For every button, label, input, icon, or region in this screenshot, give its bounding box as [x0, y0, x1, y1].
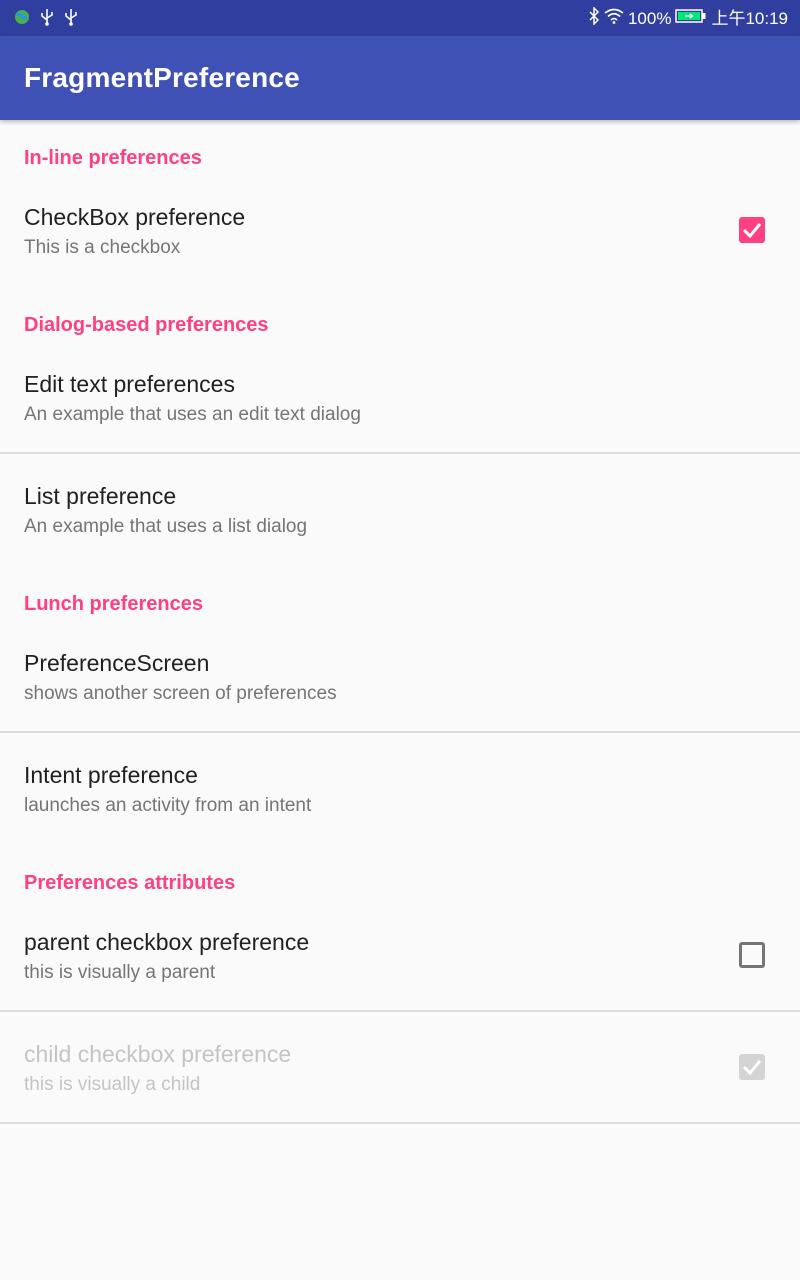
- pref-summary: An example that uses a list dialog: [24, 516, 308, 537]
- pref-summary: launches an activity from an intent: [24, 795, 312, 816]
- divider: [0, 1122, 800, 1124]
- divider: [0, 731, 800, 733]
- checkbox-disabled-checked: [739, 1054, 765, 1080]
- pref-title: child checkbox preference: [24, 1041, 292, 1067]
- app-bar: FragmentPreference: [0, 36, 800, 120]
- list-preference[interactable]: List preference An example that uses a l…: [0, 459, 800, 559]
- pref-title: Intent preference: [24, 762, 198, 788]
- wifi-icon: [604, 8, 624, 29]
- pref-summary: shows another screen of preferences: [24, 683, 337, 704]
- pref-title: CheckBox preference: [24, 204, 246, 230]
- pref-title: List preference: [24, 483, 177, 509]
- preference-screen[interactable]: PreferenceScreen shows another screen of…: [0, 626, 800, 732]
- checkbox-checked[interactable]: [739, 217, 765, 243]
- clock: 上午10:19: [711, 8, 788, 28]
- checkbox-preference[interactable]: CheckBox preference This is a checkbox: [0, 180, 800, 280]
- category-dialog: Dialog-based preferences: [24, 314, 269, 336]
- pref-summary: This is a checkbox: [24, 237, 181, 258]
- pref-title: Edit text preferences: [24, 371, 235, 397]
- divider: [0, 452, 800, 454]
- status-bar: 100% 上午10:19: [0, 0, 800, 36]
- pref-title: parent checkbox preference: [24, 929, 310, 955]
- page-title: FragmentPreference: [24, 62, 300, 93]
- edit-text-preference[interactable]: Edit text preferences An example that us…: [0, 347, 800, 453]
- battery-percent: 100%: [627, 8, 672, 28]
- usb-icon: [64, 8, 78, 31]
- battery-icon: [675, 8, 707, 29]
- child-checkbox-preference: child checkbox preference this is visual…: [0, 1017, 800, 1122]
- pref-summary: this is visually a parent: [24, 962, 216, 983]
- pref-title: PreferenceScreen: [24, 650, 210, 676]
- category-launch: Lunch preferences: [24, 593, 203, 615]
- checkbox-unchecked[interactable]: [739, 942, 765, 968]
- usb-icon: [40, 8, 54, 31]
- parent-checkbox-preference[interactable]: parent checkbox preference this is visua…: [0, 905, 800, 1010]
- category-attributes: Preferences attributes: [24, 872, 236, 894]
- pref-summary: this is visually a child: [24, 1074, 201, 1095]
- bluetooth-icon: [588, 6, 600, 30]
- pref-summary: An example that uses an edit text dialog: [24, 404, 361, 425]
- category-inline: In-line preferences: [24, 147, 202, 169]
- globe-icon: [14, 9, 30, 30]
- intent-preference[interactable]: Intent preference launches an activity f…: [0, 738, 800, 838]
- divider: [0, 1010, 800, 1012]
